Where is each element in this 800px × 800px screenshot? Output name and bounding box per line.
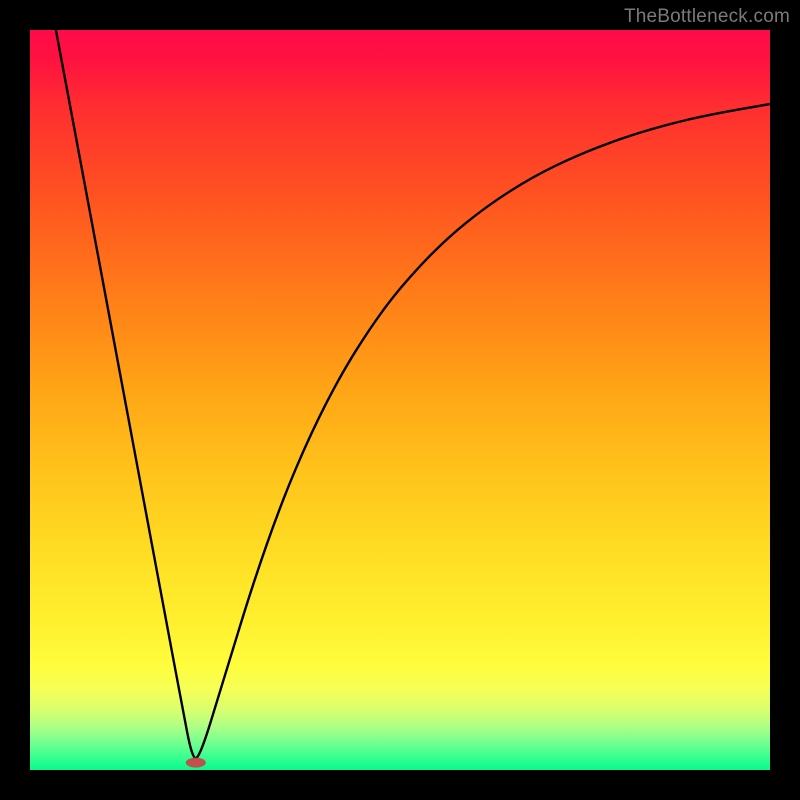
watermark-text: TheBottleneck.com (624, 6, 790, 28)
chart-plot-area (30, 30, 770, 770)
bottleneck-curve (56, 30, 770, 758)
chart-frame: TheBottleneck.com (0, 0, 800, 800)
minimum-marker (186, 758, 206, 768)
chart-svg (30, 30, 770, 770)
